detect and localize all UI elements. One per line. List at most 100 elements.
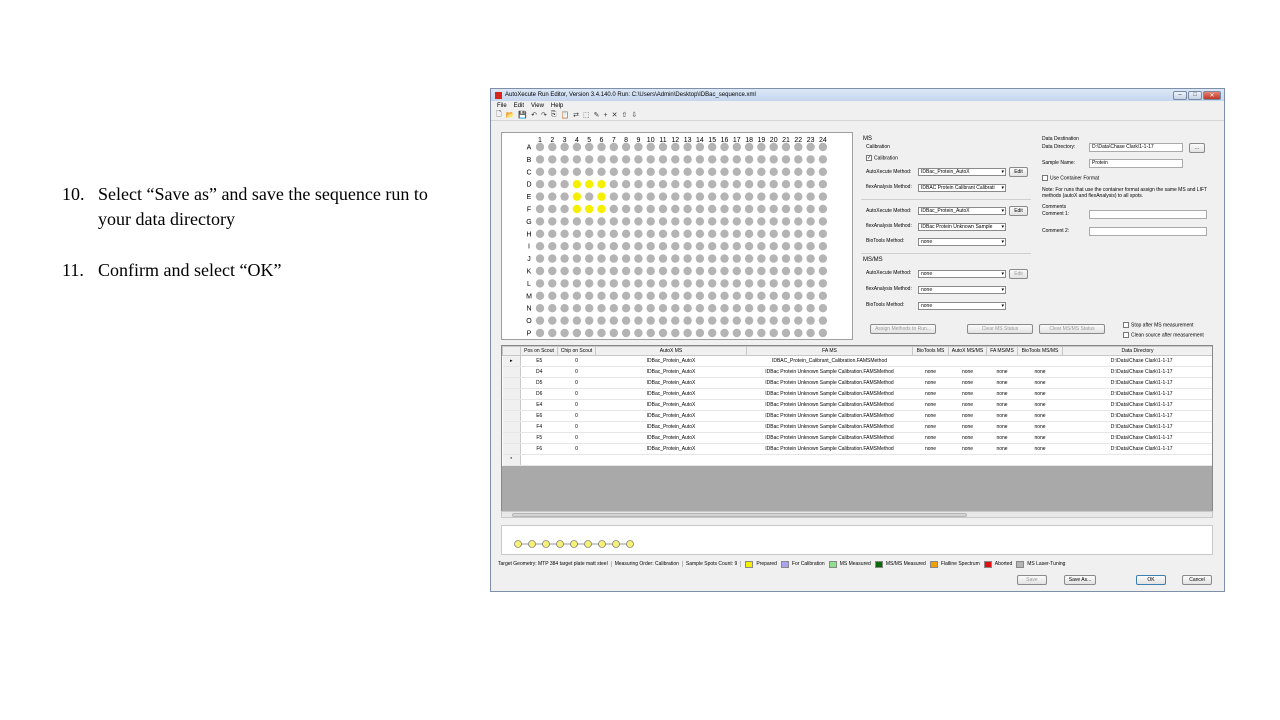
ms-biotools-select[interactable]: none [918,238,1006,246]
plate-spot[interactable] [609,204,618,214]
plate-spot[interactable] [548,316,557,325]
plate-spot[interactable] [560,316,569,325]
plate-spot[interactable] [732,167,741,176]
menu-file[interactable]: File [497,103,507,109]
plate-spot[interactable] [609,254,618,263]
plate-spot[interactable] [585,217,594,226]
plate-spot[interactable] [621,291,631,300]
plate-spot[interactable] [806,217,815,226]
plate-spot[interactable] [671,229,680,238]
col-header[interactable]: AutoX MS [595,346,747,356]
save-as-button[interactable]: Save As... [1064,575,1096,585]
plate-spot[interactable] [744,328,754,338]
scrollbar-thumb[interactable] [512,513,967,517]
plate-spot[interactable] [683,316,692,325]
plate-spot[interactable] [708,279,717,288]
table-cell[interactable]: none [986,443,1018,455]
table-cell[interactable]: IDBac_Protein_AutoX [595,421,747,433]
menu-edit[interactable]: Edit [514,103,524,109]
plate-spot[interactable] [572,242,582,251]
plate-spot[interactable] [671,266,680,276]
edit-icon[interactable]: ✎ [594,111,600,119]
table-cell[interactable]: IDBac_Protein_AutoX [595,432,747,444]
plate-spot[interactable] [695,142,705,152]
ok-button[interactable]: OK [1136,575,1166,585]
plate-spot[interactable] [781,266,791,276]
plate-spot[interactable] [609,155,618,164]
plate-spot[interactable] [695,242,705,251]
new-icon[interactable]: 🗋 [496,110,502,121]
plate-spot[interactable] [634,204,643,214]
plate-spot[interactable] [609,242,618,251]
plate-spot[interactable] [535,204,545,214]
plate-spot[interactable] [683,279,692,288]
plate-spot[interactable] [535,291,545,300]
plate-spot[interactable] [818,204,828,214]
plate-spot[interactable] [597,229,606,238]
col-header[interactable]: Pos on Scout [520,346,558,356]
plate-spot[interactable] [572,217,582,226]
table-cell[interactable]: D4 [520,366,558,378]
plate-spot[interactable] [646,304,655,313]
plate-spot[interactable] [757,167,766,176]
plate-spot[interactable] [535,328,545,338]
table-cell[interactable]: D:\Data\Chase Clark\1-1-17 [1062,366,1212,378]
plate-spot[interactable] [720,266,729,276]
plate-spot[interactable] [560,167,569,176]
table-cell[interactable] [948,454,987,466]
plate-spot[interactable] [621,254,631,263]
table-cell[interactable]: IDBAC_Protein_Calibrant_Calibration.FAMS… [746,355,913,367]
plate-spot[interactable] [634,217,643,226]
plate-spot[interactable] [597,204,606,214]
plate-spot[interactable] [744,304,754,313]
row-header[interactable] [502,399,521,411]
table-cell[interactable] [1062,454,1212,466]
plate-spot[interactable] [560,291,569,300]
col-header[interactable]: FA MS/MS [986,346,1018,356]
plate-spot[interactable] [658,180,668,189]
msms-biotools-select[interactable]: none [918,302,1006,310]
table-cell[interactable]: IDBac_Protein_AutoX [595,355,747,367]
redo-icon[interactable]: ↷ [541,111,547,119]
table-cell[interactable]: F6 [520,443,558,455]
plate-spot[interactable] [634,279,643,288]
row-header[interactable] [502,366,521,378]
plate-spot[interactable] [560,155,569,164]
plate-spot[interactable] [695,266,705,276]
plate-spot[interactable] [732,304,741,313]
calibration-checkbox[interactable]: ✓ Calibration [866,155,898,161]
plate-spot[interactable] [769,304,778,313]
col-header[interactable]: FA MS [746,346,913,356]
plate-spot[interactable] [560,279,569,288]
plate-spot[interactable] [781,304,791,313]
table-cell[interactable] [986,454,1018,466]
plate-spot[interactable] [781,204,791,214]
plate-spot[interactable] [548,279,557,288]
table-cell[interactable]: none [948,410,987,422]
plate-spot[interactable] [535,266,545,276]
plate-spot[interactable] [585,229,594,238]
plate-spot[interactable] [757,279,766,288]
plate-spot[interactable] [695,180,705,189]
plate-spot[interactable] [560,328,569,338]
plate-spot[interactable] [708,155,717,164]
plate-spot[interactable] [769,180,778,189]
minimize-button[interactable]: – [1173,90,1187,100]
plate-spot[interactable] [572,254,582,263]
plate-spot[interactable] [695,291,705,300]
plate-spot[interactable] [720,229,729,238]
plate-spot[interactable] [585,242,594,251]
plate-spot[interactable] [572,142,582,152]
plate-spot[interactable] [634,167,643,176]
plate-spot[interactable] [769,217,778,226]
plate-spot[interactable] [548,229,557,238]
plate-spot[interactable] [720,180,729,189]
plate-spot[interactable] [535,304,545,313]
plate-spot[interactable] [671,304,680,313]
plate-spot[interactable] [794,328,803,338]
plate-spot[interactable] [597,291,606,300]
table-cell[interactable] [595,454,747,466]
plate-spot[interactable] [806,254,815,263]
plate-spot[interactable] [683,180,692,189]
plate-spot[interactable] [658,266,668,276]
